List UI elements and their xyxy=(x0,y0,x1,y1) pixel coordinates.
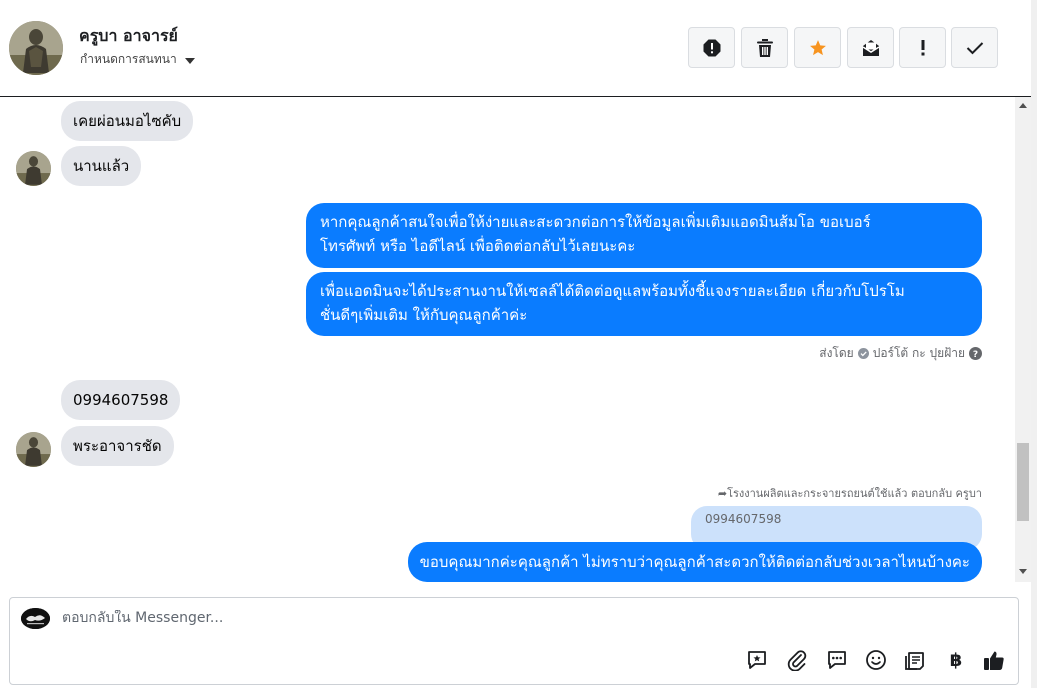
contact-avatar-small[interactable] xyxy=(16,432,51,467)
mark-unread-icon xyxy=(862,39,879,56)
message-line: โทรศัพท์ หรือ ไอดีไลน์ เพื่อติดต่อกลับไว… xyxy=(320,237,636,255)
chat-button[interactable] xyxy=(825,648,849,672)
sent-by-name[interactable]: ปอร์โต้ กะ ปุยฝ้าย xyxy=(873,344,965,363)
outgoing-message: เพื่อแอดมินจะได้ประสานงานให้เซลล์ได้ติดต… xyxy=(306,272,982,336)
spam-button[interactable] xyxy=(688,27,735,68)
reply-context-text: โรงงานผลิตและกระจายรถยนต์ใช้แล้ว ตอบกลับ… xyxy=(727,487,982,500)
sent-by-label: ส่งโดย xyxy=(819,346,854,360)
spam-icon xyxy=(703,39,720,56)
baht-icon: ฿ xyxy=(949,649,963,671)
saved-reply-icon xyxy=(748,651,766,669)
contact-avatar-small[interactable] xyxy=(16,151,51,186)
incoming-message: นานแล้ว xyxy=(61,146,142,186)
saved-reply-button[interactable] xyxy=(745,648,769,672)
incoming-message: พระอาจารชัด xyxy=(61,426,174,466)
contact-avatar[interactable] xyxy=(9,21,63,75)
page-logo xyxy=(21,608,50,629)
attach-icon xyxy=(787,650,807,671)
chevron-down-icon xyxy=(184,57,195,64)
incoming-message: เคยผ่อนมอไซคับ xyxy=(61,101,194,141)
star-button[interactable] xyxy=(794,27,841,68)
assign-label: กำหนดการสนทนา xyxy=(80,52,177,66)
attach-button[interactable] xyxy=(785,648,809,672)
emoji-button[interactable] xyxy=(864,648,888,672)
done-icon xyxy=(966,41,983,54)
window-edge xyxy=(1031,0,1037,688)
help-icon[interactable]: ? xyxy=(969,347,982,360)
star-icon xyxy=(809,39,826,55)
reply-composer: ฿ xyxy=(9,597,1019,685)
delete-button[interactable] xyxy=(741,27,788,68)
important-button[interactable] xyxy=(899,27,946,68)
assign-conversation-dropdown[interactable]: กำหนดการสนทนา xyxy=(80,50,195,69)
payment-button[interactable]: ฿ xyxy=(944,648,968,672)
like-button[interactable] xyxy=(982,648,1006,672)
sent-by-info: ส่งโดย ปอร์โต้ กะ ปุยฝ้าย ? xyxy=(819,344,982,363)
notes-button[interactable] xyxy=(903,648,927,672)
outgoing-message: ขอบคุณมากค่ะคุณลูกค้า ไม่ทราบว่าคุณลูกค้… xyxy=(407,542,982,582)
done-button[interactable] xyxy=(951,27,998,68)
chat-icon xyxy=(828,651,846,669)
message-thread[interactable]: เคยผ่อนมอไซคับ นานแล้ว หากคุณลูกค้าสนใจเ… xyxy=(0,98,1015,582)
contact-name[interactable]: ครูบา อาจารย์ xyxy=(79,24,178,49)
reply-arrow-icon: ➦ xyxy=(717,487,728,500)
conversation-header: ครูบา อาจารย์ กำหนดการสนทนา xyxy=(0,0,1031,97)
outgoing-message: หากคุณลูกค้าสนใจเพื่อให้ง่ายและสะดวกต่อก… xyxy=(306,203,982,268)
emoji-icon xyxy=(866,650,886,670)
like-icon xyxy=(984,651,1004,670)
incoming-message: 0994607598 xyxy=(61,380,181,420)
scroll-up-arrow-icon[interactable] xyxy=(1019,103,1027,108)
reply-context: ➦โรงงานผลิตและกระจายรถยนต์ใช้แล้ว ตอบกลั… xyxy=(718,484,982,502)
trash-icon xyxy=(756,38,773,57)
reply-input[interactable] xyxy=(62,610,712,626)
notes-icon xyxy=(905,652,924,670)
verified-icon xyxy=(857,348,869,359)
important-icon xyxy=(921,39,924,55)
scrollbar-thumb[interactable] xyxy=(1017,443,1029,521)
mark-unread-button[interactable] xyxy=(847,27,894,68)
scroll-down-arrow-icon[interactable] xyxy=(1019,569,1027,574)
message-line: ชั่นดีๆเพิ่มเติม ให้กับคุณลูกค้าค่ะ xyxy=(320,306,528,324)
thread-scrollbar[interactable] xyxy=(1015,97,1031,582)
message-line: หากคุณลูกค้าสนใจเพื่อให้ง่ายและสะดวกต่อก… xyxy=(320,213,871,231)
message-line: เพื่อแอดมินจะได้ประสานงานให้เซลล์ได้ติดต… xyxy=(320,282,905,300)
svg-text:?: ? xyxy=(973,350,978,360)
